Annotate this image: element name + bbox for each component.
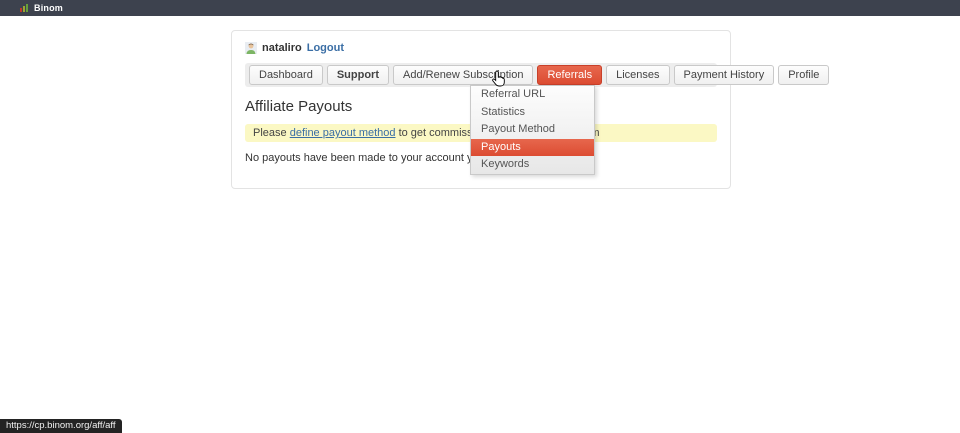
menu-item-payout-method[interactable]: Payout Method <box>471 121 594 139</box>
account-navbar: Dashboard Support Add/Renew Subscription… <box>245 63 717 87</box>
user-icon <box>245 42 257 54</box>
topbar: Binom <box>0 0 960 16</box>
nav-button-referrals[interactable]: Referrals <box>537 65 602 85</box>
bar-chart-icon <box>20 4 28 12</box>
nav-button-profile[interactable]: Profile <box>778 65 829 85</box>
logout-link[interactable]: Logout <box>307 42 344 54</box>
username: nataliro <box>262 42 302 54</box>
menu-item-statistics[interactable]: Statistics <box>471 104 594 122</box>
nav-button-payment-history[interactable]: Payment History <box>674 65 775 85</box>
nav-button-licenses[interactable]: Licenses <box>606 65 669 85</box>
define-payout-method-link[interactable]: define payout method <box>290 127 396 139</box>
menu-item-payouts[interactable]: Payouts <box>471 139 594 157</box>
alert-text-prefix: Please <box>253 127 290 139</box>
brand-name: Binom <box>34 3 63 13</box>
menu-item-referral-url[interactable]: Referral URL <box>471 86 594 104</box>
nav-button-add-renew-subscription[interactable]: Add/Renew Subscription <box>393 65 533 85</box>
menu-item-keywords[interactable]: Keywords <box>471 156 594 174</box>
nav-button-dashboard[interactable]: Dashboard <box>249 65 323 85</box>
user-row: nataliro Logout <box>245 41 717 55</box>
referrals-dropdown-menu: Referral URL Statistics Payout Method Pa… <box>470 85 595 175</box>
nav-button-support[interactable]: Support <box>327 65 389 85</box>
browser-status-url: https://cp.binom.org/aff/aff <box>0 419 122 433</box>
